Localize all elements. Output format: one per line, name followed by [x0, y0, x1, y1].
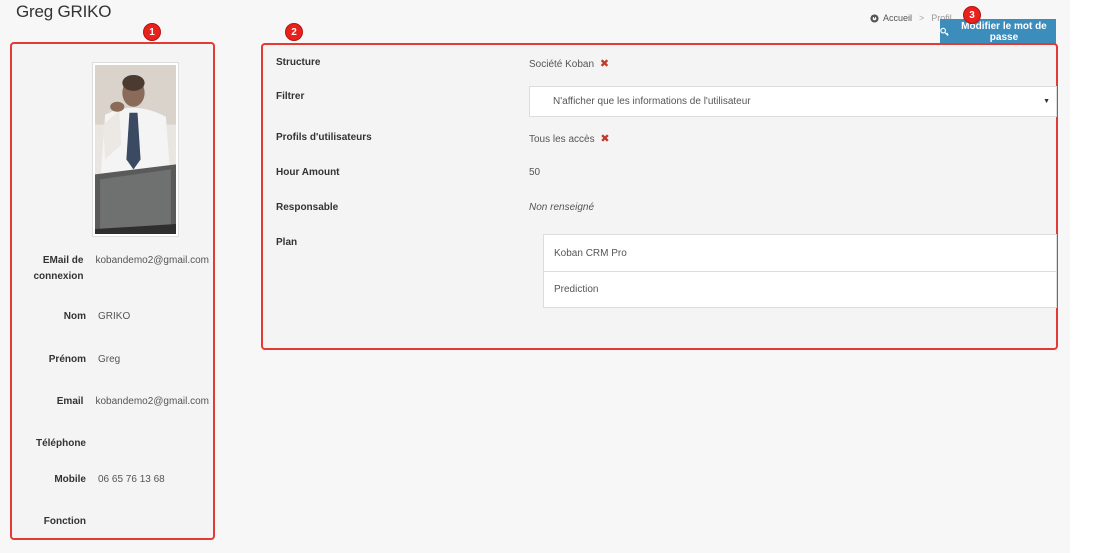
profile-row-login-email: EMail de connexion kobandemo2@gmail.com	[14, 253, 209, 285]
profile-row-telephone: Téléphone	[14, 436, 209, 452]
profile-value: kobandemo2@gmail.com	[95, 396, 209, 407]
profile-photo	[95, 65, 176, 234]
annotation-badge-2: 2	[285, 23, 303, 41]
detail-label: Hour Amount	[276, 167, 340, 178]
responsable-value: Non renseigné	[529, 202, 595, 213]
filter-selected-value: N'afficher que les informations de l'uti…	[553, 96, 751, 107]
filter-select[interactable]: N'afficher que les informations de l'uti…	[529, 86, 1057, 117]
avatar	[92, 62, 179, 237]
page-title: Greg GRIKO	[16, 2, 112, 21]
remove-structure-icon[interactable]: ✖	[600, 58, 609, 70]
annotation-badge-1: 1	[143, 23, 161, 41]
key-icon	[940, 27, 949, 36]
profile-value: 06 65 76 13 68	[98, 474, 165, 485]
profile-label: Nom	[63, 311, 86, 322]
plan-item: Koban CRM Pro	[554, 247, 627, 259]
annotation-badge-3: 3	[963, 6, 981, 24]
profils-value: Tous les accès ✖	[529, 132, 610, 145]
hour-amount-value: 50	[529, 167, 541, 178]
profile-label: Téléphone	[35, 438, 86, 449]
dashboard-icon	[870, 13, 879, 23]
structure-value: Société Koban ✖	[529, 57, 609, 70]
profile-label: Email	[56, 396, 84, 407]
chevron-down-icon: ▼	[1043, 98, 1050, 105]
change-password-label: Modifier le mot de passe	[961, 20, 1047, 43]
detail-label: Filtrer	[276, 91, 305, 102]
profile-row-mobile: Mobile 06 65 76 13 68	[14, 472, 209, 488]
plan-item: Prediction	[544, 271, 1056, 307]
profile-value: GRIKO	[98, 311, 131, 322]
detail-label: Profils d'utilisateurs	[276, 132, 372, 143]
breadcrumb-home-link[interactable]: Accueil	[883, 13, 912, 23]
detail-label: Plan	[276, 237, 298, 248]
remove-profil-icon[interactable]: ✖	[600, 133, 609, 145]
profile-row-prenom: Prénom Greg	[14, 352, 209, 368]
profile-row-nom: Nom GRIKO	[14, 309, 209, 325]
detail-label: Structure	[276, 57, 321, 68]
profile-value: Greg	[98, 354, 121, 365]
profils-link[interactable]: Tous les accès	[529, 134, 595, 145]
profile-row-email: Email kobandemo2@gmail.com	[14, 394, 209, 410]
breadcrumb-separator: >	[919, 13, 925, 23]
profile-label: Prénom	[48, 354, 86, 365]
structure-link[interactable]: Société Koban	[529, 59, 594, 70]
profile-label: EMail de connexion	[33, 255, 84, 282]
change-password-button[interactable]: Modifier le mot de passe	[940, 19, 1056, 46]
detail-label: Responsable	[276, 202, 339, 213]
profile-label: Mobile	[54, 474, 86, 485]
profile-value: kobandemo2@gmail.com	[95, 255, 209, 266]
plan-list: Koban CRM Pro Prediction	[543, 234, 1057, 308]
profile-row-fonction: Fonction	[14, 514, 209, 530]
profile-label: Fonction	[43, 516, 86, 527]
